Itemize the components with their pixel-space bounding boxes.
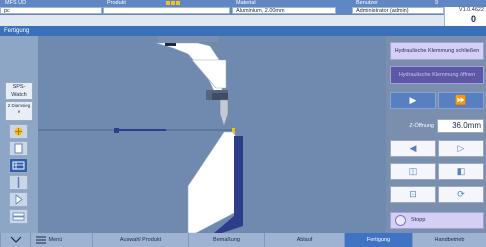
center-button[interactable]: ⊡ <box>390 186 436 203</box>
document-icon <box>14 143 23 154</box>
top-bar: MFS UD pc Produkt Material Aluminium, 2.… <box>0 0 486 26</box>
tab-manual-mode[interactable]: Handbetrieb <box>412 233 486 247</box>
press-brake-diagram <box>38 36 243 233</box>
tab-dimensioning[interactable]: Bemaßung <box>188 233 264 247</box>
workpiece-sheet <box>118 129 166 131</box>
add-tool-button[interactable] <box>9 124 28 139</box>
status-strip <box>0 15 444 26</box>
plus-star-icon <box>14 127 23 136</box>
nav-down-button[interactable] <box>0 233 30 247</box>
tab-menu[interactable]: Menü <box>30 233 92 247</box>
sps-watch-button[interactable]: SPS-Watch <box>5 82 33 100</box>
version-text: V1.0.4622 <box>458 7 484 13</box>
mirror-left-button[interactable]: ◫ <box>390 163 436 180</box>
machine-label: MFS UD <box>5 0 27 6</box>
line-tool-button[interactable] <box>9 175 28 190</box>
upper-tool-arm <box>191 59 227 89</box>
control-panel: Hydraulische Klemmung schließen Hydrauli… <box>386 36 486 233</box>
stop-button[interactable]: Stopp <box>390 212 484 229</box>
machine-icon <box>12 161 25 170</box>
bending-simulation-view <box>38 36 386 233</box>
holder-plate <box>165 43 176 46</box>
step-forward-button[interactable]: ▷ <box>438 140 484 157</box>
z-opening-label: Z-Öffnung <box>409 123 434 129</box>
step-back-icon: ◀ <box>409 143 417 153</box>
punch-tip <box>219 99 229 127</box>
tab-sequence[interactable]: Ablauf <box>264 233 344 247</box>
jog-forward-button[interactable]: ▶ <box>390 92 436 109</box>
tab-product-selection[interactable]: Auswahl Produkt <box>92 233 188 247</box>
layers-button[interactable] <box>9 209 28 224</box>
tab-menu-label: Menü <box>48 237 63 243</box>
stop-label: Stopp <box>411 217 426 223</box>
layers-icon <box>12 212 25 221</box>
material-label: Material <box>236 0 256 6</box>
user-label: Benutzer <box>356 0 379 6</box>
tab-production[interactable]: Fertigung <box>344 233 412 247</box>
product-indicator-icon <box>166 1 180 5</box>
page-title: Fertigung <box>0 26 486 36</box>
upper-beam <box>158 36 218 42</box>
mirror-right-icon: ◧ <box>456 166 466 176</box>
fast-forward-icon: ⏩ <box>455 95 467 105</box>
step-forward-icon: ▷ <box>457 143 465 153</box>
rotate-button[interactable]: ⟳ <box>438 186 484 203</box>
machine-field[interactable]: pc <box>0 7 102 14</box>
user-count: 9 <box>435 0 439 6</box>
clamp-block-front <box>212 93 228 100</box>
forward-tool-button[interactable] <box>9 192 28 207</box>
step-back-button[interactable]: ◀ <box>390 140 436 157</box>
menu-icon <box>36 236 46 244</box>
lower-die <box>187 131 239 233</box>
document-button[interactable] <box>9 141 28 156</box>
stop-icon <box>395 215 406 226</box>
mirror-right-button[interactable]: ◧ <box>438 163 484 180</box>
product-label: Produkt <box>107 0 126 6</box>
product-field[interactable] <box>103 7 230 14</box>
bias-button[interactable]: 2 Diamsieg e <box>5 101 33 121</box>
mirror-left-icon: ◫ <box>408 166 418 176</box>
counter-text: 0 <box>470 14 476 24</box>
rotate-icon: ⟳ <box>457 189 465 199</box>
material-field[interactable]: Aluminium, 2.00mm <box>232 7 336 14</box>
line-icon <box>17 177 20 188</box>
left-tool-panel: SPS-Watch 2 Diamsieg e <box>0 36 38 233</box>
clamp-close-button[interactable]: Hydraulische Klemmung schließen <box>390 42 484 60</box>
play-icon <box>15 194 23 205</box>
version-box: V1.0.4622 0 <box>444 7 486 26</box>
clamp-open-button[interactable]: Hydraulische Klemmung öffnen <box>390 66 484 84</box>
z-opening-value[interactable]: 36.0mm <box>437 119 484 133</box>
production-view-button[interactable] <box>9 158 28 173</box>
play-icon: ▶ <box>409 95 417 105</box>
chevron-down-icon <box>10 236 21 243</box>
target-icon: ⊡ <box>409 189 417 199</box>
fast-forward-button[interactable]: ⏩ <box>438 92 484 109</box>
bottom-navigation: Menü Auswahl Produkt Bemaßung Ablauf Fer… <box>0 233 486 247</box>
user-field[interactable]: Administrator (admin) <box>352 7 444 14</box>
